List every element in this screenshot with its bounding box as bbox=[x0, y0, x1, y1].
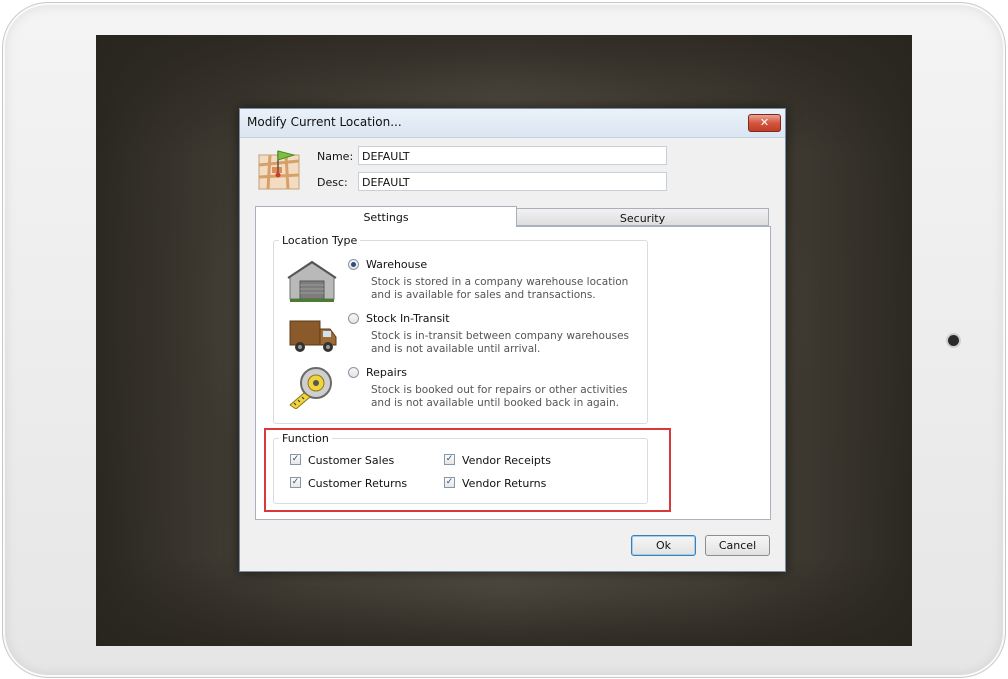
customer-returns-checkbox[interactable]: ✓ bbox=[290, 477, 301, 488]
warehouse-desc-line2: and is available for sales and transacti… bbox=[371, 289, 596, 301]
check-icon: ✓ bbox=[445, 477, 454, 487]
radio-warehouse[interactable] bbox=[348, 259, 359, 270]
tab-security[interactable]: Security bbox=[516, 208, 769, 226]
tape-measure-icon bbox=[289, 367, 332, 409]
function-legend: Function bbox=[279, 432, 332, 445]
vendor-returns-label: Vendor Returns bbox=[462, 477, 547, 490]
stock-in-transit-desc-line1: Stock is in-transit between company ware… bbox=[371, 330, 630, 342]
repairs-desc-line1: Stock is booked out for repairs or other… bbox=[371, 384, 628, 396]
stock-in-transit-label: Stock In-Transit bbox=[366, 312, 450, 325]
camera-icon bbox=[948, 335, 959, 346]
vendor-receipts-checkbox[interactable]: ✓ bbox=[444, 454, 455, 465]
check-icon: ✓ bbox=[291, 477, 300, 487]
tab-settings[interactable]: Settings bbox=[255, 206, 517, 227]
ok-button[interactable]: Ok bbox=[631, 535, 696, 556]
check-icon: ✓ bbox=[291, 454, 300, 464]
vendor-receipts-label: Vendor Receipts bbox=[462, 454, 551, 467]
stock-in-transit-desc-line2: and is not available until arrival. bbox=[371, 343, 541, 355]
modify-location-dialog: Modify Current Location... ✕ Name: DEFAU… bbox=[239, 108, 786, 572]
warehouse-label: Warehouse bbox=[366, 258, 428, 271]
customer-sales-checkbox[interactable]: ✓ bbox=[290, 454, 301, 465]
dialog-titlebar: Modify Current Location... ✕ bbox=[240, 109, 785, 138]
close-icon: ✕ bbox=[759, 116, 770, 129]
function-group bbox=[273, 438, 648, 504]
cancel-button[interactable]: Cancel bbox=[705, 535, 770, 556]
check-icon: ✓ bbox=[445, 454, 454, 464]
delivery-truck-icon bbox=[289, 320, 337, 352]
dialog-title: Modify Current Location... bbox=[247, 115, 402, 129]
warehouse-desc-line1: Stock is stored in a company warehouse l… bbox=[371, 276, 629, 288]
customer-returns-label: Customer Returns bbox=[308, 477, 408, 490]
location-type-legend: Location Type bbox=[279, 234, 361, 247]
name-label: Name: bbox=[317, 150, 354, 163]
close-button[interactable]: ✕ bbox=[748, 114, 781, 132]
warehouse-icon bbox=[287, 260, 337, 302]
repairs-label: Repairs bbox=[366, 366, 407, 379]
map-location-icon bbox=[258, 150, 300, 190]
radio-repairs[interactable] bbox=[348, 367, 359, 378]
desc-input[interactable]: DEFAULT bbox=[358, 172, 667, 191]
radio-stock-in-transit[interactable] bbox=[348, 313, 359, 324]
repairs-desc-line2: and is not available until booked back i… bbox=[371, 397, 620, 409]
vendor-returns-checkbox[interactable]: ✓ bbox=[444, 477, 455, 488]
name-input[interactable]: DEFAULT bbox=[358, 146, 667, 165]
customer-sales-label: Customer Sales bbox=[308, 454, 395, 467]
desc-label: Desc: bbox=[317, 176, 348, 189]
